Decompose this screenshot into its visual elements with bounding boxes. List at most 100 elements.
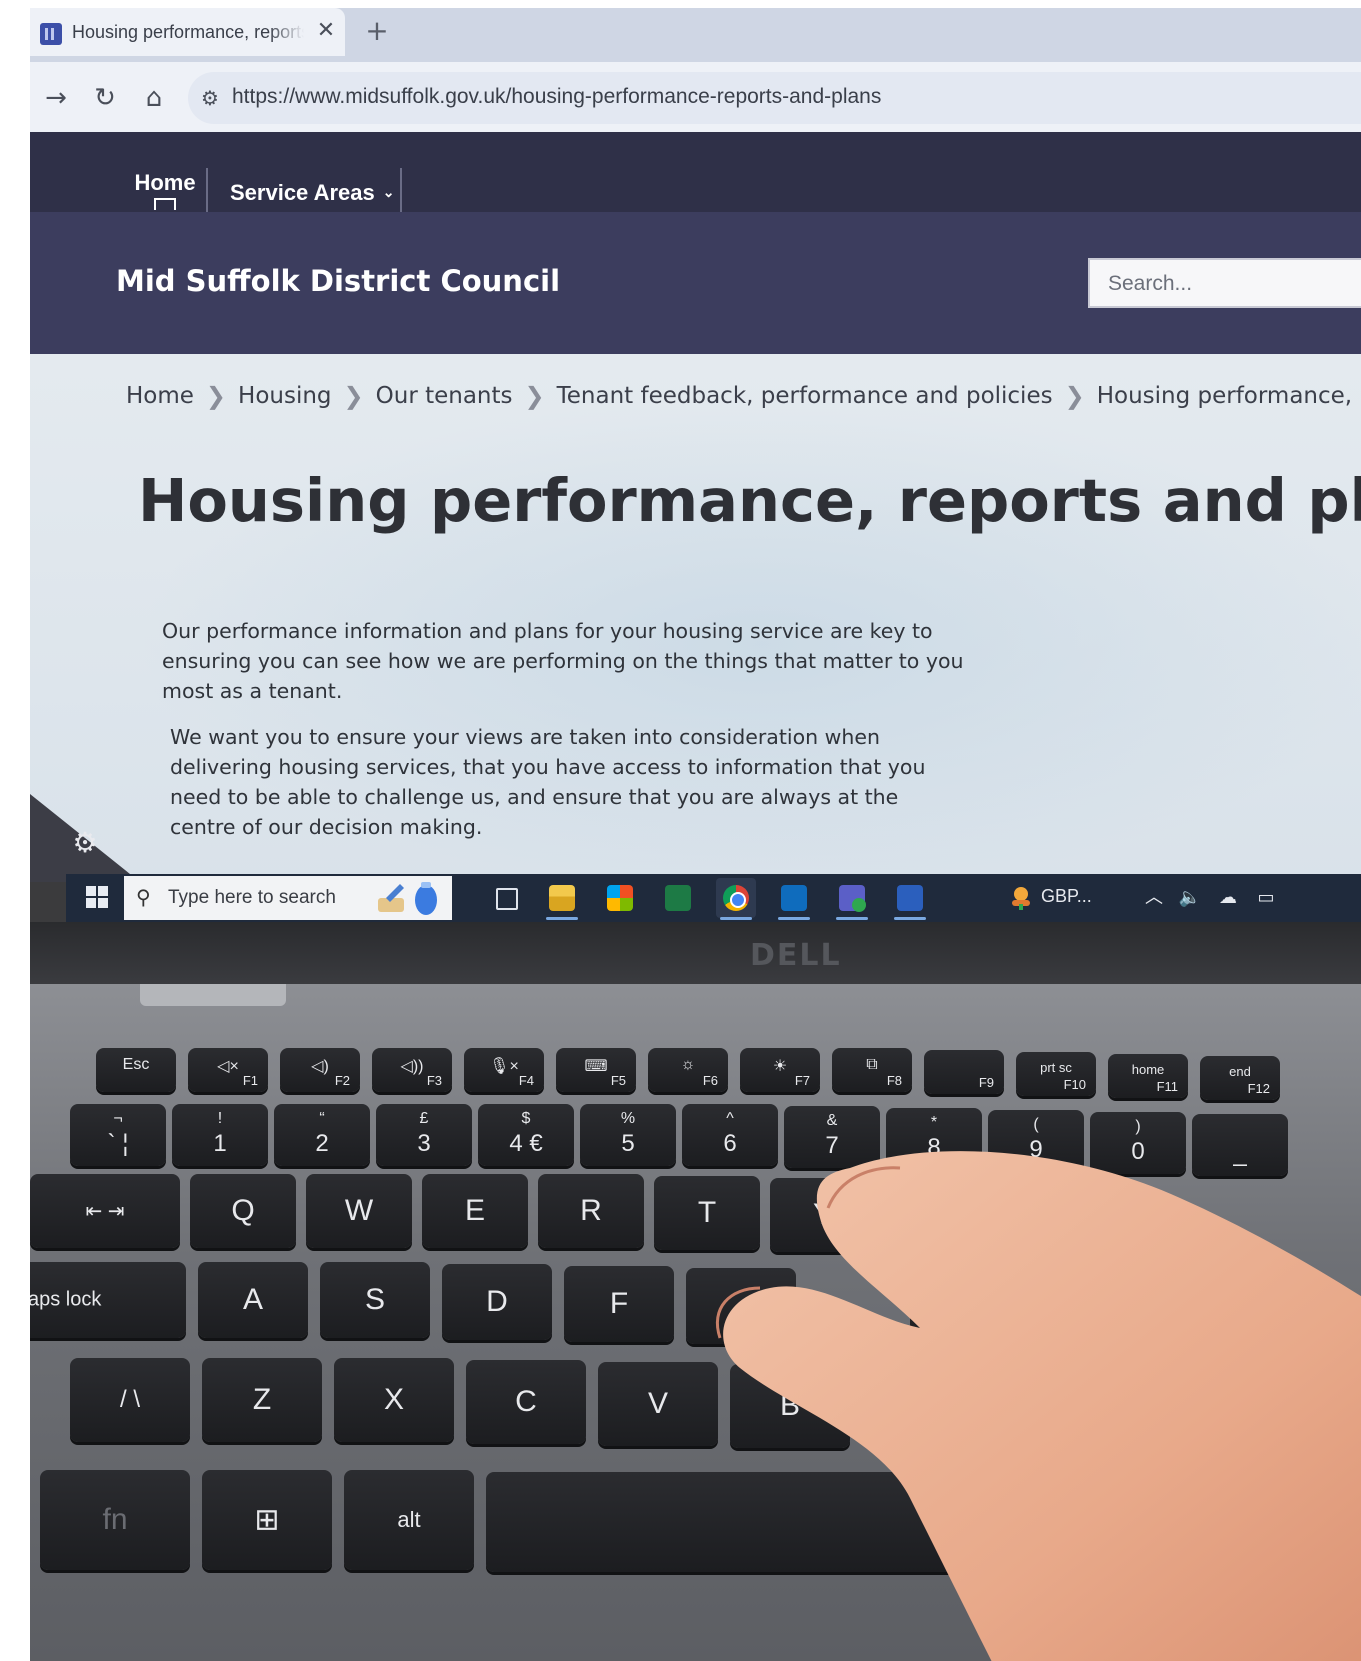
site-search-input[interactable]: Search...: [1088, 258, 1361, 308]
nav-divider: [206, 168, 208, 212]
windows-start-icon[interactable]: [86, 886, 108, 908]
key-f3[interactable]: ◁)) F3: [372, 1048, 452, 1092]
search-icon: ⚲: [136, 885, 151, 909]
key-backtick[interactable]: ¬ ` ¦: [70, 1104, 166, 1166]
key-f11[interactable]: home F11: [1108, 1054, 1188, 1098]
search-placeholder: Search...: [1108, 272, 1193, 295]
nav-home-label: Home: [134, 170, 196, 195]
breadcrumb: Home ❯ Housing ❯ Our tenants ❯ Tenant fe…: [126, 382, 1361, 410]
browser-tab-strip: Housing performance, reports a ✕ +: [30, 8, 1361, 62]
microsoft-store-icon[interactable]: [600, 878, 640, 918]
key-esc[interactable]: Esc: [96, 1048, 176, 1092]
hinge: [140, 984, 286, 1006]
breadcrumb-chevron-icon: ❯: [205, 382, 227, 410]
breadcrumb-link-tenant-feedback[interactable]: Tenant feedback, performance and policie…: [557, 383, 1053, 409]
brand-logo: DELL: [750, 938, 842, 973]
weather-icon[interactable]: [1008, 884, 1034, 910]
onedrive-icon[interactable]: ☁: [1216, 886, 1240, 910]
key-f1[interactable]: ◁× F1: [188, 1048, 268, 1092]
battery-icon[interactable]: ▭: [1254, 886, 1278, 910]
key-f12[interactable]: end F12: [1200, 1056, 1280, 1100]
browser-tab[interactable]: Housing performance, reports a ✕: [30, 8, 345, 56]
key-4[interactable]: $4 €: [478, 1104, 574, 1166]
key-s[interactable]: S: [320, 1262, 430, 1338]
intro-paragraph: Our performance information and plans fo…: [162, 619, 964, 703]
key-e[interactable]: E: [422, 1174, 528, 1248]
chevron-down-icon: ⌄: [382, 184, 395, 200]
excel-icon[interactable]: [658, 878, 698, 918]
breadcrumb-link-our-tenants[interactable]: Our tenants: [376, 383, 513, 409]
volume-icon[interactable]: 🔈: [1178, 886, 1202, 910]
key-a[interactable]: A: [198, 1262, 308, 1338]
key-f7[interactable]: ☀ F7: [740, 1048, 820, 1092]
site-info-icon[interactable]: ⚙: [196, 84, 224, 112]
url-text[interactable]: https://www.midsuffolk.gov.uk/housing-pe…: [232, 85, 881, 109]
key-f6[interactable]: ☼ F6: [648, 1048, 728, 1092]
breadcrumb-chevron-icon: ❯: [343, 382, 364, 410]
site-header: Home Service Areas ⌄ Mid Suffolk District…: [30, 132, 1361, 354]
key-f[interactable]: F: [564, 1266, 674, 1342]
breadcrumb-chevron-icon: ❯: [524, 382, 545, 410]
top-navigation: Home Service Areas ⌄: [30, 132, 1361, 212]
council-name-logo[interactable]: Mid Suffolk District Council: [116, 264, 560, 298]
key-f9[interactable]: F9: [924, 1050, 1004, 1094]
key-f2[interactable]: ◁) F2: [280, 1048, 360, 1092]
key-tab[interactable]: ⇤ ⇥: [30, 1174, 180, 1248]
screen-bezel: [30, 922, 1361, 984]
laptop-screen-photo: Housing performance, reports a ✕ + → ↻ ⌂…: [30, 8, 1361, 1661]
windows-taskbar: ⚲ Type here to search GBP... ︿ 🔈 ☁ ▭: [66, 874, 1361, 922]
key-windows[interactable]: ⊞: [202, 1470, 332, 1570]
key-w[interactable]: W: [306, 1174, 412, 1248]
key-5[interactable]: % 5: [580, 1104, 676, 1166]
file-explorer-icon[interactable]: [542, 878, 582, 920]
key-f8[interactable]: ⧉ F8: [832, 1048, 912, 1092]
nav-service-areas-menu[interactable]: Service Areas ⌄: [230, 180, 394, 206]
intro-paragraph: We want you to ensure your views are tak…: [170, 725, 926, 839]
nav-home-link[interactable]: Home: [125, 170, 205, 210]
key-fn[interactable]: fn: [40, 1470, 190, 1570]
chevron-up-icon[interactable]: ︿: [1142, 886, 1166, 910]
breadcrumb-current: Housing performance, reports: [1096, 383, 1361, 409]
key-backslash[interactable]: / \: [70, 1358, 190, 1442]
key-z[interactable]: Z: [202, 1358, 322, 1442]
task-view-icon[interactable]: [486, 878, 526, 918]
new-tab-button[interactable]: +: [362, 16, 392, 46]
forward-arrow-icon[interactable]: →: [38, 80, 74, 116]
key-r[interactable]: R: [538, 1174, 644, 1248]
word-icon[interactable]: [890, 878, 930, 920]
key-f10[interactable]: prt sc F10: [1016, 1052, 1096, 1096]
close-tab-icon[interactable]: ✕: [313, 18, 339, 44]
breadcrumb-link-housing[interactable]: Housing: [238, 383, 332, 409]
teams-icon[interactable]: [832, 878, 872, 920]
key-f5[interactable]: ⌨ F5: [556, 1048, 636, 1092]
nav-service-areas-label: Service Areas: [230, 180, 375, 205]
taskbar-search-box[interactable]: ⚲ Type here to search: [124, 876, 452, 920]
address-bar[interactable]: ⚙ https://www.midsuffolk.gov.uk/housing-…: [188, 72, 1361, 124]
key-x[interactable]: X: [334, 1358, 454, 1442]
reload-icon[interactable]: ↻: [87, 80, 123, 116]
tab-title: Housing performance, reports a: [72, 22, 304, 42]
key-alt[interactable]: alt: [344, 1470, 474, 1570]
browser-toolbar: → ↻ ⌂ ⚙ https://www.midsuffolk.gov.uk/ho…: [30, 62, 1361, 132]
site-favicon-icon: [40, 23, 62, 45]
search-highlight-icon: [378, 882, 437, 915]
tray-stock-text[interactable]: GBP...: [1041, 886, 1092, 907]
hand: [715, 1151, 1361, 1661]
home-icon[interactable]: ⌂: [136, 80, 172, 116]
key-1[interactable]: ! 1: [172, 1104, 268, 1166]
breadcrumb-link-home[interactable]: Home: [126, 383, 194, 409]
key-f4[interactable]: 🎙× F4: [464, 1048, 544, 1092]
key-caps-lock[interactable]: aps lock: [30, 1262, 186, 1338]
gear-icon[interactable]: ⚙: [70, 828, 100, 858]
key-2[interactable]: “2: [274, 1104, 370, 1166]
key-q[interactable]: Q: [190, 1174, 296, 1248]
webpage: Home Service Areas ⌄ Mid Suffolk District…: [30, 132, 1361, 882]
chrome-icon[interactable]: [716, 878, 756, 920]
photo: Housing performance, reports a ✕ + → ↻ ⌂…: [0, 0, 1361, 1661]
outlook-icon[interactable]: [774, 878, 814, 920]
key-v[interactable]: V: [598, 1362, 718, 1446]
taskbar-search-placeholder: Type here to search: [168, 887, 336, 908]
key-d[interactable]: D: [442, 1264, 552, 1340]
key-c[interactable]: C: [466, 1360, 586, 1444]
key-3[interactable]: £3: [376, 1104, 472, 1166]
